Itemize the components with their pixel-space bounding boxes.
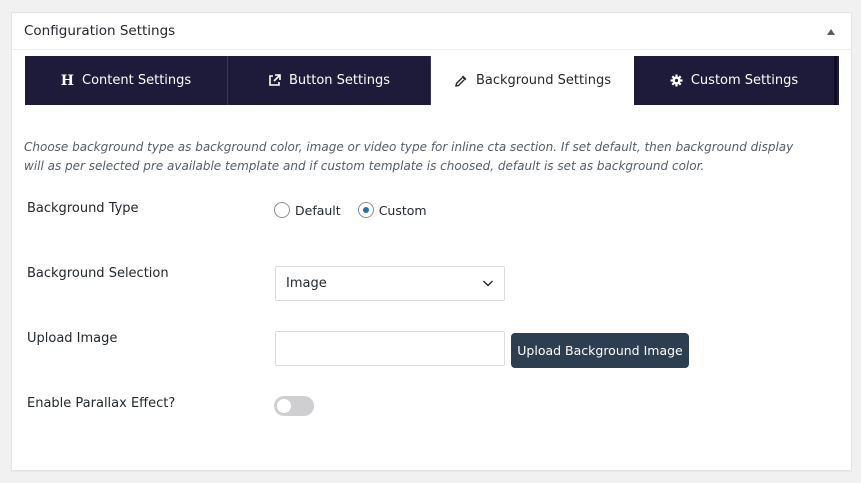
radio-button[interactable] [274,202,290,218]
background-type-label: Background Type [27,201,139,216]
background-selection-label: Background Selection [27,266,169,281]
upload-background-image-button[interactable]: Upload Background Image [511,333,689,368]
settings-tabs: H Content Settings Button Settings Backg… [25,56,839,105]
radio-custom[interactable]: Custom [357,202,427,218]
radio-label: Default [295,202,341,218]
tab-label: Background Settings [475,73,611,88]
toggle-knob [277,399,291,413]
parallax-toggle[interactable] [274,396,314,416]
section-description: Choose background type as background col… [24,140,794,173]
radio-label: Custom [378,202,427,218]
tab-background-settings[interactable]: Background Settings [431,56,634,105]
external-link-icon [268,74,281,87]
tab-label: Button Settings [289,73,390,88]
heading-icon: H [60,72,75,89]
background-type-radio-group: Default Custom [274,202,444,218]
chevron-down-icon [482,277,494,293]
configuration-panel: Configuration Settings H Content Setting… [11,12,852,471]
parallax-label: Enable Parallax Effect? [27,396,176,411]
background-selection-dropdown[interactable]: Image [275,266,505,301]
upload-image-label: Upload Image [27,331,118,346]
collapse-arrow-icon[interactable] [827,29,835,35]
panel-header[interactable]: Configuration Settings [12,13,851,50]
dropdown-value: Image [286,276,327,291]
panel-title: Configuration Settings [24,23,176,39]
tab-content-settings[interactable]: H Content Settings [25,56,228,105]
radio-default[interactable]: Default [274,202,341,218]
eyedropper-icon [454,74,468,88]
radio-button-checked[interactable] [357,202,374,218]
gear-icon [670,74,683,87]
tab-custom-settings[interactable]: Custom Settings [634,56,837,105]
tab-label: Content Settings [82,73,192,88]
tab-button-settings[interactable]: Button Settings [228,56,431,105]
image-url-input[interactable] [275,331,505,366]
tab-label: Custom Settings [690,73,799,88]
